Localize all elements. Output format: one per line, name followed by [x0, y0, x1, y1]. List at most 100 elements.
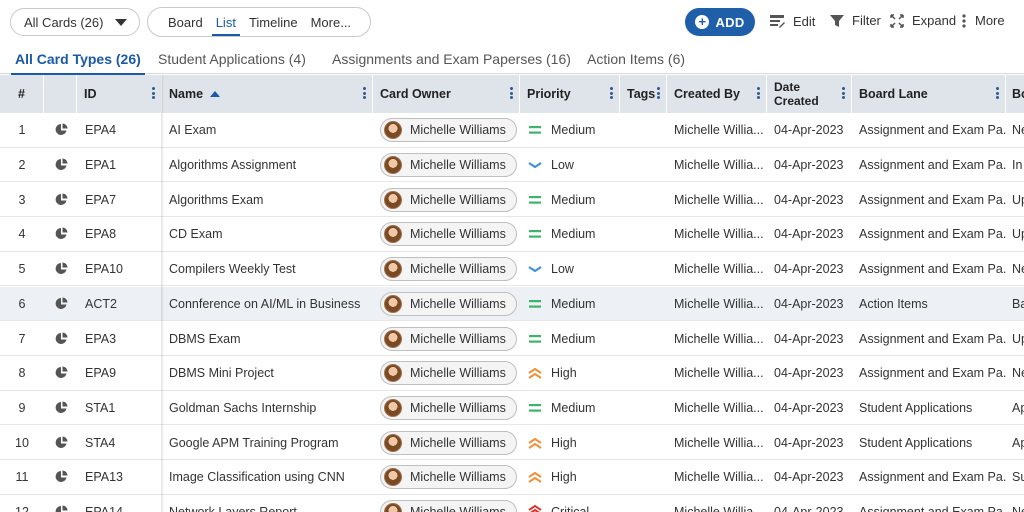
tags-cell[interactable]: [620, 460, 667, 495]
card-id[interactable]: EPA13: [85, 460, 162, 495]
card-name[interactable]: DBMS Mini Project: [169, 356, 373, 391]
priority-cell[interactable]: High: [527, 425, 620, 460]
card-owner-chip[interactable]: Michelle Williams: [380, 187, 517, 212]
table-row[interactable]: 5 EPA10 Compilers Weekly Test Michelle Will…: [0, 251, 1024, 287]
card-name[interactable]: Image Classification using CNN: [169, 460, 373, 495]
tags-cell[interactable]: [620, 391, 667, 426]
card-owner-chip[interactable]: Michelle Williams: [380, 222, 517, 247]
card-name[interactable]: Algorithms Exam: [169, 182, 373, 217]
column-header-name[interactable]: Name: [162, 75, 373, 113]
card-owner-chip[interactable]: Michelle Williams: [380, 465, 517, 490]
card-name[interactable]: Google APM Training Program: [169, 425, 373, 460]
priority-cell[interactable]: Critical: [527, 495, 620, 512]
priority-cell[interactable]: Medium: [527, 321, 620, 356]
table-row[interactable]: 7 EPA3 DBMS Exam Michelle Williams Medium Mic…: [0, 321, 1024, 356]
table-row[interactable]: 6 ACT2 Connference on AI/ML in Business Mic…: [0, 286, 1024, 322]
column-menu-icon[interactable]: [757, 87, 760, 99]
column-menu-icon[interactable]: [657, 87, 660, 99]
card-id[interactable]: STA4: [85, 425, 162, 460]
column-header-board[interactable]: Bo: [1006, 75, 1024, 113]
table-row[interactable]: 12 EPA14 Network Layers Report Michelle Wil…: [0, 494, 1024, 512]
edit-button[interactable]: Edit: [769, 13, 815, 29]
card-id[interactable]: EPA7: [85, 182, 162, 217]
card-owner-chip[interactable]: Michelle Williams: [380, 153, 517, 178]
tags-cell[interactable]: [620, 148, 667, 183]
card-owner-chip[interactable]: Michelle Williams: [380, 395, 517, 420]
tab-action-items[interactable]: Action Items (6): [587, 51, 685, 67]
card-owner-chip[interactable]: Michelle Williams: [380, 291, 517, 316]
card-filter-dropdown[interactable]: All Cards (26): [10, 8, 140, 36]
column-header-board-lane[interactable]: Board Lane: [852, 75, 1006, 113]
table-row[interactable]: 4 EPA8 CD Exam Michelle Williams Medium Miche…: [0, 217, 1024, 252]
priority-cell[interactable]: Low: [527, 148, 620, 183]
tags-cell[interactable]: [620, 113, 667, 148]
priority-cell[interactable]: Medium: [527, 391, 620, 426]
view-board[interactable]: Board: [168, 15, 203, 30]
card-id[interactable]: ACT2: [85, 287, 162, 322]
card-id[interactable]: EPA4: [85, 113, 162, 148]
priority-cell[interactable]: Medium: [527, 113, 620, 148]
card-owner-chip[interactable]: Michelle Williams: [380, 326, 517, 351]
filter-button[interactable]: Filter: [830, 13, 881, 28]
card-name[interactable]: DBMS Exam: [169, 321, 373, 356]
card-name[interactable]: AI Exam: [169, 113, 373, 148]
column-header-priority[interactable]: Priority: [520, 75, 620, 113]
priority-cell[interactable]: High: [527, 460, 620, 495]
table-row[interactable]: 8 EPA9 DBMS Mini Project Michelle Williams H…: [0, 355, 1024, 391]
column-menu-icon[interactable]: [996, 87, 999, 99]
card-id[interactable]: EPA9: [85, 356, 162, 391]
column-menu-icon[interactable]: [152, 87, 155, 99]
card-owner-chip[interactable]: Michelle Williams: [380, 257, 517, 282]
column-header-card-owner[interactable]: Card Owner: [373, 75, 520, 113]
card-name[interactable]: Algorithms Assignment: [169, 148, 373, 183]
tags-cell[interactable]: [620, 182, 667, 217]
card-id[interactable]: EPA14: [85, 495, 162, 512]
column-menu-icon[interactable]: [363, 87, 366, 99]
tags-cell[interactable]: [620, 252, 667, 287]
table-row[interactable]: 11 EPA13 Image Classification using CNN Mic…: [0, 460, 1024, 495]
view-timeline[interactable]: Timeline: [249, 15, 298, 30]
expand-button[interactable]: Expand: [890, 13, 956, 28]
tags-cell[interactable]: [620, 217, 667, 252]
view-list[interactable]: List: [211, 15, 241, 36]
priority-cell[interactable]: High: [527, 356, 620, 391]
table-row[interactable]: 10 STA4 Google APM Training Program Michell…: [0, 425, 1024, 460]
card-id[interactable]: EPA10: [85, 252, 162, 287]
card-id[interactable]: EPA1: [85, 148, 162, 183]
column-header-created-by[interactable]: Created By: [667, 75, 767, 113]
card-name[interactable]: Goldman Sachs Internship: [169, 391, 373, 426]
card-owner-chip[interactable]: Michelle Williams: [380, 430, 517, 455]
tab-student-applications[interactable]: Student Applications (4): [158, 51, 306, 67]
view-more[interactable]: More...: [311, 15, 351, 30]
column-header-date-created[interactable]: Date Created: [767, 75, 852, 113]
tags-cell[interactable]: [620, 356, 667, 391]
table-row[interactable]: 3 EPA7 Algorithms Exam Michelle Williams Med…: [0, 182, 1024, 218]
column-menu-icon[interactable]: [510, 87, 513, 99]
tab-all-card-types[interactable]: All Card Types (26): [11, 51, 145, 76]
tags-cell[interactable]: [620, 321, 667, 356]
card-name[interactable]: CD Exam: [169, 217, 373, 252]
priority-cell[interactable]: Medium: [527, 287, 620, 322]
more-button[interactable]: More: [961, 13, 1005, 28]
card-id[interactable]: STA1: [85, 391, 162, 426]
table-row[interactable]: 2 EPA1 Algorithms Assignment Michelle Willi…: [0, 147, 1024, 183]
tab-assignments-and-exam-papers[interactable]: Assignments and Exam Paperses (16): [332, 51, 571, 67]
card-id[interactable]: EPA8: [85, 217, 162, 252]
column-header-tags[interactable]: Tags: [620, 75, 667, 113]
column-menu-icon[interactable]: [610, 87, 613, 99]
tags-cell[interactable]: [620, 287, 667, 322]
card-name[interactable]: Compilers Weekly Test: [169, 252, 373, 287]
tags-cell[interactable]: [620, 425, 667, 460]
add-button[interactable]: + ADD: [685, 8, 755, 36]
table-row[interactable]: 9 STA1 Goldman Sachs Internship Michelle Wi…: [0, 390, 1024, 426]
tags-cell[interactable]: [620, 495, 667, 512]
card-id[interactable]: EPA3: [85, 321, 162, 356]
column-menu-icon[interactable]: [842, 87, 845, 99]
table-row[interactable]: 1 EPA4 AI Exam Michelle Williams Medium Miche…: [0, 113, 1024, 148]
card-name[interactable]: Network Layers Report: [169, 495, 373, 512]
priority-cell[interactable]: Medium: [527, 217, 620, 252]
column-header-id[interactable]: ID: [77, 75, 162, 113]
priority-cell[interactable]: Low: [527, 252, 620, 287]
card-name[interactable]: Connference on AI/ML in Business: [169, 287, 373, 322]
card-owner-chip[interactable]: Michelle Williams: [380, 361, 517, 386]
